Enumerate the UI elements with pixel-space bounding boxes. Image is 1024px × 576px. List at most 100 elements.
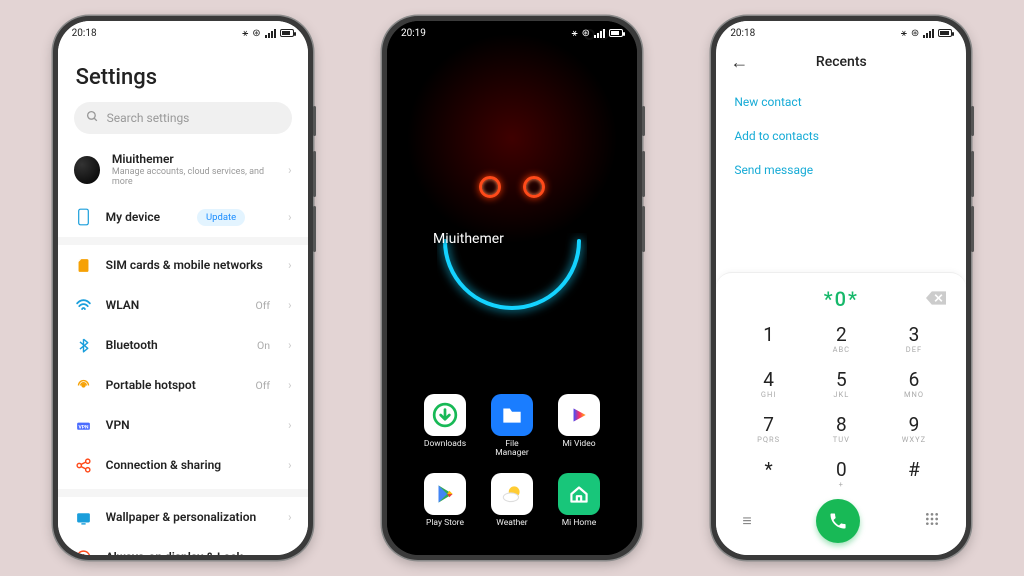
menu-button[interactable]: ≡: [742, 511, 751, 531]
chevron-right-icon: ›: [288, 210, 292, 224]
status-time: 20:18: [72, 28, 97, 39]
dialpad: *0* 12ABC3DEF 4GHI5JKL6MNO 7PQRS8TUV9WXYZ *…: [716, 272, 966, 555]
key-number: 3: [878, 325, 951, 345]
account-row[interactable]: Miuithemer Manage accounts, cloud servic…: [74, 142, 292, 197]
key-number: 7: [732, 415, 805, 435]
key-letters: ABC: [805, 345, 878, 354]
dial-key-3[interactable]: 3DEF: [878, 321, 951, 358]
key-number: 6: [878, 370, 951, 390]
app-label: Weather: [482, 519, 542, 529]
key-letters: PQRS: [732, 435, 805, 444]
search-placeholder: Search settings: [107, 111, 190, 125]
app-icon: [558, 473, 600, 515]
chevron-right-icon: ›: [288, 163, 292, 177]
dial-key-4[interactable]: 4GHI: [732, 366, 805, 403]
share-icon: [74, 455, 94, 475]
hotspot-icon: [74, 375, 94, 395]
backspace-button[interactable]: [926, 291, 946, 309]
play-store-app[interactable]: Play Store: [415, 473, 475, 529]
account-sub: Manage accounts, cloud services, and mor…: [112, 167, 276, 187]
clock-icon: ⊛: [911, 28, 919, 39]
keypad-toggle-button[interactable]: [924, 511, 940, 531]
settings-row[interactable]: VPNVPN›: [74, 405, 292, 445]
app-icon: [558, 394, 600, 436]
settings-row[interactable]: WLANOff›: [74, 285, 292, 325]
status-bar: 20:19 ⚹ ⊛: [387, 21, 637, 45]
key-number: 0: [805, 460, 878, 480]
chevron-right-icon: ›: [288, 298, 292, 312]
bluetooth-icon: ⚹: [572, 28, 578, 39]
row-label: Connection & sharing: [106, 458, 221, 472]
dial-key-7[interactable]: 7PQRS: [732, 411, 805, 448]
bluetooth-icon: ⚹: [901, 28, 907, 39]
app-label: FileManager: [482, 440, 542, 460]
page-title: Settings: [76, 65, 292, 90]
status-time: 20:18: [730, 28, 755, 39]
status-bar: 20:18 ⚹ ⊛: [716, 21, 966, 45]
action-link[interactable]: Add to contacts: [734, 119, 948, 153]
dial-key-1[interactable]: 1: [732, 321, 805, 358]
call-button[interactable]: [816, 499, 860, 543]
avatar: [74, 156, 100, 184]
signal-icon: [265, 29, 276, 38]
chevron-right-icon: ›: [288, 378, 292, 392]
status-icons: ⚹ ⊛: [572, 28, 623, 39]
my-device-row[interactable]: My device Update ›: [74, 197, 292, 237]
dial-key-6[interactable]: 6MNO: [878, 366, 951, 403]
settings-row[interactable]: BluetoothOn›: [74, 325, 292, 365]
neon-mouth: [437, 233, 587, 327]
signal-icon: [594, 29, 605, 38]
section-divider: [58, 489, 308, 497]
row-label: VPN: [106, 418, 130, 432]
row-label: Bluetooth: [106, 338, 158, 352]
battery-icon: [280, 29, 294, 37]
dial-key-9[interactable]: 9WXYZ: [878, 411, 951, 448]
row-label: WLAN: [106, 298, 140, 312]
dial-key-8[interactable]: 8TUV: [805, 411, 878, 448]
clock-icon: ⊛: [252, 28, 260, 39]
wallpaper-icon: [74, 507, 94, 527]
action-link[interactable]: Send message: [734, 153, 948, 187]
app-grid: Downloads FileManager Mi Video Play Store W…: [387, 380, 637, 539]
settings-row[interactable]: Always-on display & Lock›: [74, 537, 292, 555]
dial-display: *0*: [732, 281, 950, 321]
weather-app[interactable]: Weather: [482, 473, 542, 529]
vpn-icon: VPN: [74, 415, 94, 435]
aod-icon: [74, 547, 94, 555]
dial-key-5[interactable]: 5JKL: [805, 366, 878, 403]
app-icon: [491, 473, 533, 515]
mi-video-app[interactable]: Mi Video: [549, 394, 609, 460]
file-manager-app[interactable]: FileManager: [482, 394, 542, 460]
dial-key-*[interactable]: *: [732, 456, 805, 493]
status-time: 20:19: [401, 28, 426, 39]
key-letters: DEF: [878, 345, 951, 354]
phone-icon: [74, 207, 94, 227]
chevron-right-icon: ›: [288, 510, 292, 524]
action-link[interactable]: New contact: [734, 85, 948, 119]
app-icon: [424, 394, 466, 436]
neon-eye: [523, 176, 545, 198]
row-value: On: [257, 339, 270, 352]
dial-key-#[interactable]: #: [878, 456, 951, 493]
bluetooth-icon: ⚹: [242, 28, 248, 39]
mi-home-app[interactable]: Mi Home: [549, 473, 609, 529]
back-button[interactable]: ←: [730, 52, 748, 73]
app-icon: [491, 394, 533, 436]
search-input[interactable]: Search settings: [74, 102, 292, 134]
signal-icon: [923, 29, 934, 38]
downloads-app[interactable]: Downloads: [415, 394, 475, 460]
settings-row[interactable]: Portable hotspotOff›: [74, 365, 292, 405]
key-number: 5: [805, 370, 878, 390]
settings-row[interactable]: Wallpaper & personalization›: [74, 497, 292, 537]
app-label: Mi Home: [549, 519, 609, 529]
update-badge[interactable]: Update: [197, 209, 245, 226]
settings-row[interactable]: Connection & sharing›: [74, 445, 292, 485]
dial-key-2[interactable]: 2ABC: [805, 321, 878, 358]
key-number: 9: [878, 415, 951, 435]
row-label: Portable hotspot: [106, 378, 196, 392]
key-number: 2: [805, 325, 878, 345]
phone-icon: [828, 511, 848, 531]
folder-label[interactable]: Miuithemer: [433, 231, 504, 247]
dial-key-0[interactable]: 0+: [805, 456, 878, 493]
settings-row[interactable]: SIM cards & mobile networks›: [74, 245, 292, 285]
